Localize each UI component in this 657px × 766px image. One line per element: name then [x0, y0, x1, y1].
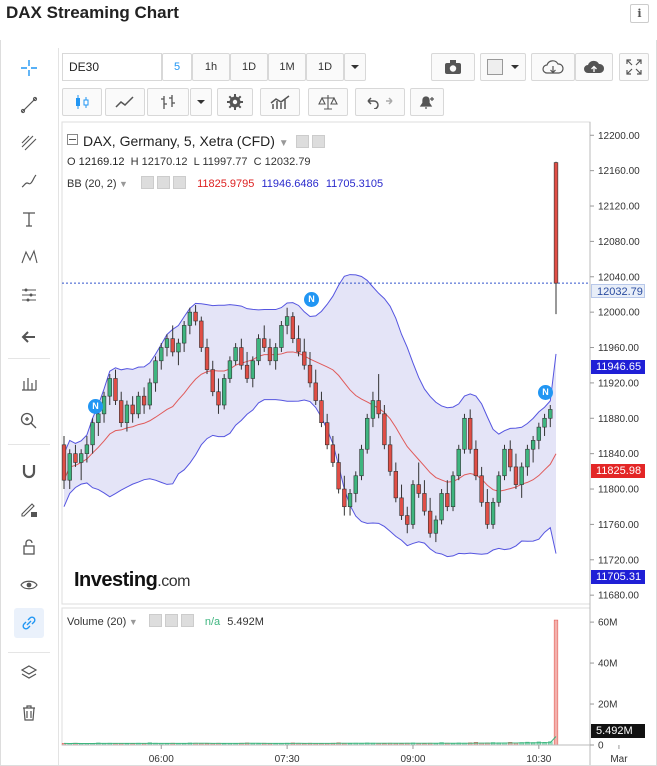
brush-icon[interactable] — [14, 166, 44, 196]
bb-mid-tag: 11825.98 — [591, 464, 645, 478]
bb-legend: BB (20, 2) ▼ 11825.9795 11946.6486 11705… — [67, 176, 384, 190]
info-button[interactable]: i — [630, 4, 649, 23]
volume-label: Volume (20) — [67, 616, 127, 628]
indicators-icon[interactable] — [260, 88, 300, 116]
text-icon[interactable] — [14, 204, 44, 234]
interval-dropdown[interactable] — [344, 53, 366, 81]
collapse-icon[interactable] — [67, 134, 78, 145]
camera-icon[interactable] — [431, 53, 475, 81]
investing-watermark: Investing.com — [74, 569, 190, 591]
crosshair-icon[interactable] — [14, 53, 44, 83]
undo-redo-group[interactable] — [355, 88, 405, 116]
candles-icon[interactable] — [62, 88, 102, 116]
drawing-toolbar — [0, 48, 59, 765]
interval-1m-button[interactable]: 1M — [268, 53, 306, 81]
upload-cloud-icon[interactable] — [575, 53, 613, 81]
zoom-in-icon[interactable] — [14, 406, 44, 436]
fullscreen-icon[interactable] — [619, 53, 649, 81]
volume-value: 5.492M — [227, 616, 264, 628]
eye-toggle-icon[interactable] — [295, 135, 309, 148]
alert-bell-icon[interactable] — [410, 88, 444, 116]
download-cloud-icon[interactable] — [531, 53, 575, 81]
lock-pencil-icon[interactable] — [14, 494, 44, 524]
settings-small-icon[interactable] — [311, 135, 325, 148]
interval-custom-button[interactable]: 1D — [306, 53, 344, 81]
chart-style-dropdown[interactable] — [480, 53, 526, 81]
bb-lower-tag: 11705.31 — [591, 570, 645, 584]
line-chart-icon[interactable] — [105, 88, 145, 116]
back-arrow-icon[interactable] — [14, 322, 44, 352]
eye-icon[interactable] — [14, 570, 44, 600]
magnet-icon[interactable] — [14, 456, 44, 486]
last-price-tag: 12032.79 — [591, 284, 645, 298]
bb-mid-value: 11946.6486 — [261, 178, 319, 190]
pattern-icon[interactable] — [14, 242, 44, 272]
interval-1d-button[interactable]: 1D — [230, 53, 268, 81]
volume-legend: Volume (20) ▼ n/a 5.492M — [67, 614, 264, 628]
ohlc-legend: O 12169.12 H 12170.12 L 11997.77 C 12032… — [67, 156, 311, 168]
volume-na: n/a — [204, 616, 221, 628]
compare-scale-icon[interactable] — [308, 88, 348, 116]
trash-icon[interactable] — [14, 698, 44, 728]
unlock-icon[interactable] — [14, 532, 44, 562]
bars-chart-icon[interactable] — [147, 88, 189, 116]
measure-icon[interactable] — [14, 280, 44, 310]
bb-lower-value: 11705.3105 — [325, 178, 384, 190]
bb-label: BB (20, 2) — [67, 178, 117, 190]
interval-5-button[interactable]: 5 — [162, 53, 192, 81]
chart-type-dropdown[interactable] — [190, 88, 212, 116]
news-marker[interactable]: N — [538, 385, 553, 400]
instrument-dropdown-icon[interactable]: ▼ — [279, 138, 289, 149]
fib-icon[interactable] — [14, 128, 44, 158]
bb-upper-tag: 11946.65 — [591, 360, 645, 374]
layers-icon[interactable] — [14, 658, 44, 688]
volume-tag: 5.492M — [591, 724, 645, 738]
news-marker[interactable]: N — [304, 292, 319, 307]
symbol-input[interactable]: DE30 — [62, 53, 162, 81]
bb-upper-value: 11825.9795 — [197, 178, 255, 190]
news-marker[interactable]: N — [88, 399, 103, 414]
trendline-icon[interactable] — [14, 90, 44, 120]
page-title: DAX Streaming Chart — [6, 3, 179, 22]
link-icon[interactable] — [14, 608, 44, 638]
settings-gear-icon[interactable] — [217, 88, 253, 116]
interval-1h-button[interactable]: 1h — [192, 53, 230, 81]
ruler-icon[interactable] — [14, 368, 44, 398]
instrument-name: DAX, Germany, 5, Xetra (CFD) — [83, 133, 275, 149]
instrument-legend: DAX, Germany, 5, Xetra (CFD) ▼ — [67, 133, 325, 149]
